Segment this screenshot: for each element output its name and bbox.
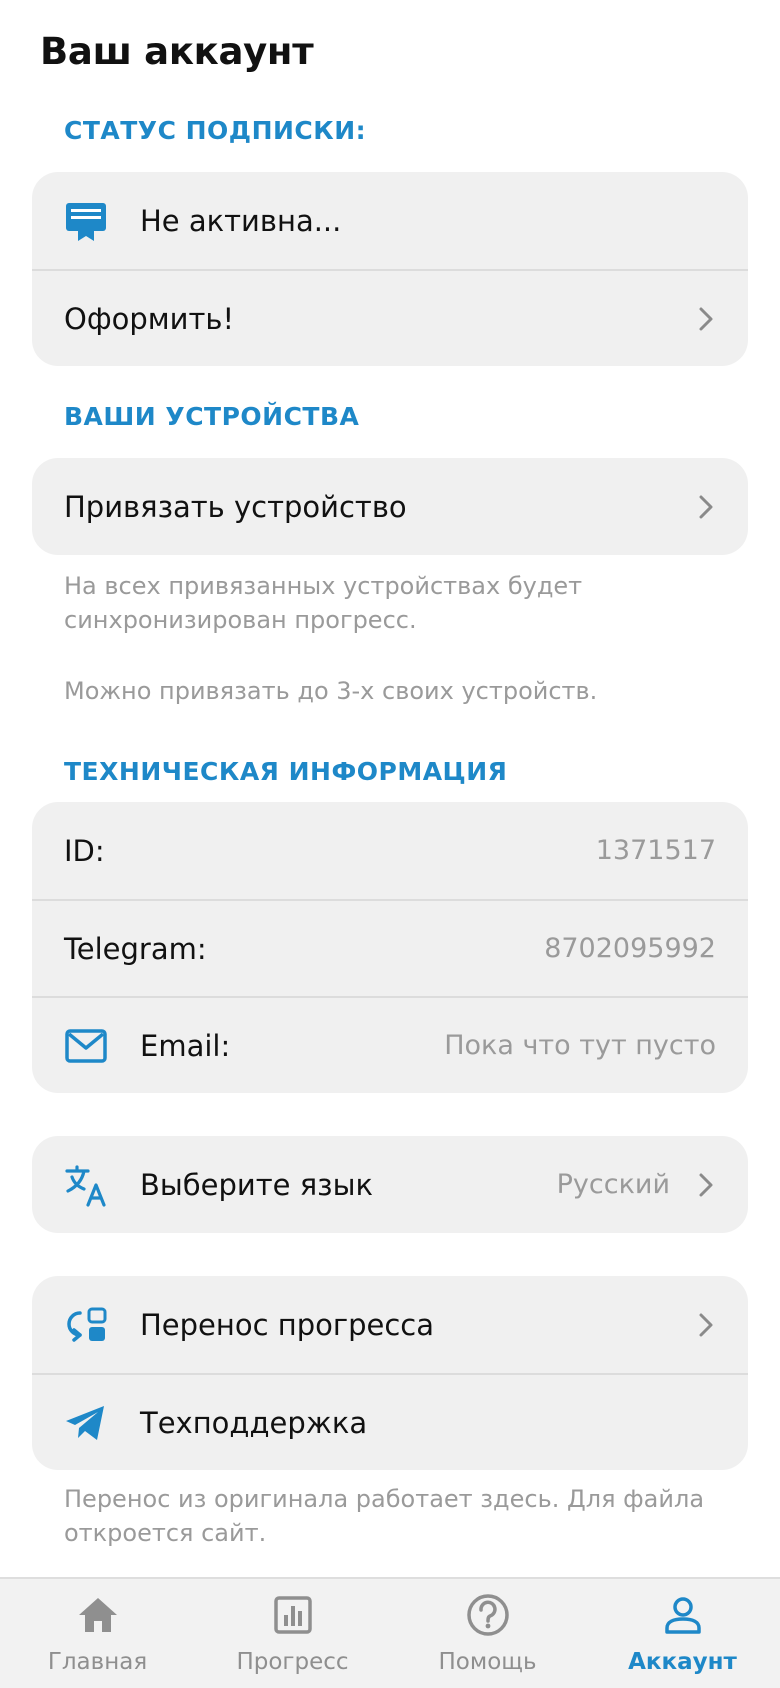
- nav-help-label: Помощь: [438, 1649, 537, 1675]
- nav-home-label: Главная: [47, 1649, 148, 1675]
- email-row[interactable]: Email: Пока что тут пусто: [32, 996, 748, 1093]
- help-icon: [466, 1593, 510, 1637]
- language-card: Выберите язык Русский: [32, 1136, 748, 1233]
- chevron-right-icon: [696, 1171, 716, 1199]
- devices-sync-note: На всех привязанных устройствах будет си…: [64, 572, 583, 634]
- link-device-label: Привязать устройство: [64, 489, 407, 524]
- subscription-card: Не активна... Оформить!: [32, 172, 748, 366]
- transfer-icon: [64, 1303, 108, 1347]
- nav-help[interactable]: Помощь: [390, 1579, 585, 1688]
- telegram-label: Telegram:: [64, 931, 207, 966]
- telegram-icon: [64, 1401, 108, 1445]
- devices-section-header: ВАШИ УСТРОЙСТВА: [64, 402, 360, 431]
- subscribe-button[interactable]: Оформить!: [32, 269, 748, 366]
- subscription-section-header: СТАТУС ПОДПИСКИ:: [64, 116, 367, 145]
- chevron-right-icon: [696, 1311, 716, 1339]
- bottom-nav: Главная Прогресс Помощь Аккаунт: [0, 1577, 780, 1688]
- translate-icon: [64, 1163, 108, 1207]
- misc-card: Перенос прогресса Техподдержка: [32, 1276, 748, 1470]
- link-device-button[interactable]: Привязать устройство: [32, 458, 748, 555]
- user-icon: [661, 1593, 705, 1637]
- home-icon: [76, 1593, 120, 1637]
- tech-section-header: ТЕХНИЧЕСКАЯ ИНФОРМАЦИЯ: [64, 757, 508, 786]
- certificate-icon: [64, 199, 108, 243]
- subscribe-label: Оформить!: [64, 301, 235, 336]
- subscription-status-row: Не активна...: [32, 172, 748, 269]
- chevron-right-icon: [696, 493, 716, 521]
- support-label: Техподдержка: [140, 1405, 368, 1440]
- transfer-progress-label: Перенос прогресса: [140, 1307, 435, 1342]
- telegram-row: Telegram: 8702095992: [32, 899, 748, 996]
- transfer-note: Перенос из оригинала работает здесь. Для…: [64, 1485, 705, 1547]
- devices-card: Привязать устройство: [32, 458, 748, 555]
- id-row: ID: 1371517: [32, 802, 748, 899]
- mail-icon: [64, 1024, 108, 1068]
- support-button[interactable]: Техподдержка: [32, 1373, 748, 1470]
- id-label: ID:: [64, 833, 105, 868]
- nav-progress[interactable]: Прогресс: [195, 1579, 390, 1688]
- devices-limit-note: Можно привязать до 3-х своих устройств.: [64, 677, 598, 705]
- transfer-progress-button[interactable]: Перенос прогресса: [32, 1276, 748, 1373]
- nav-account[interactable]: Аккаунт: [585, 1579, 780, 1688]
- page-title: Ваш аккаунт: [40, 30, 314, 73]
- subscription-status-label: Не активна...: [140, 203, 342, 238]
- tech-card: ID: 1371517 Telegram: 8702095992 Email: …: [32, 802, 748, 1093]
- telegram-value: 8702095992: [544, 933, 716, 964]
- chart-icon: [271, 1593, 315, 1637]
- language-label: Выберите язык: [140, 1167, 374, 1202]
- nav-home[interactable]: Главная: [0, 1579, 195, 1688]
- language-select[interactable]: Выберите язык Русский: [32, 1136, 748, 1233]
- email-label: Email:: [140, 1028, 231, 1063]
- nav-account-label: Аккаунт: [628, 1649, 737, 1675]
- language-value: Русский: [556, 1169, 670, 1200]
- nav-progress-label: Прогресс: [236, 1649, 349, 1675]
- id-value: 1371517: [595, 835, 716, 866]
- chevron-right-icon: [696, 305, 716, 333]
- email-value: Пока что тут пусто: [444, 1030, 716, 1061]
